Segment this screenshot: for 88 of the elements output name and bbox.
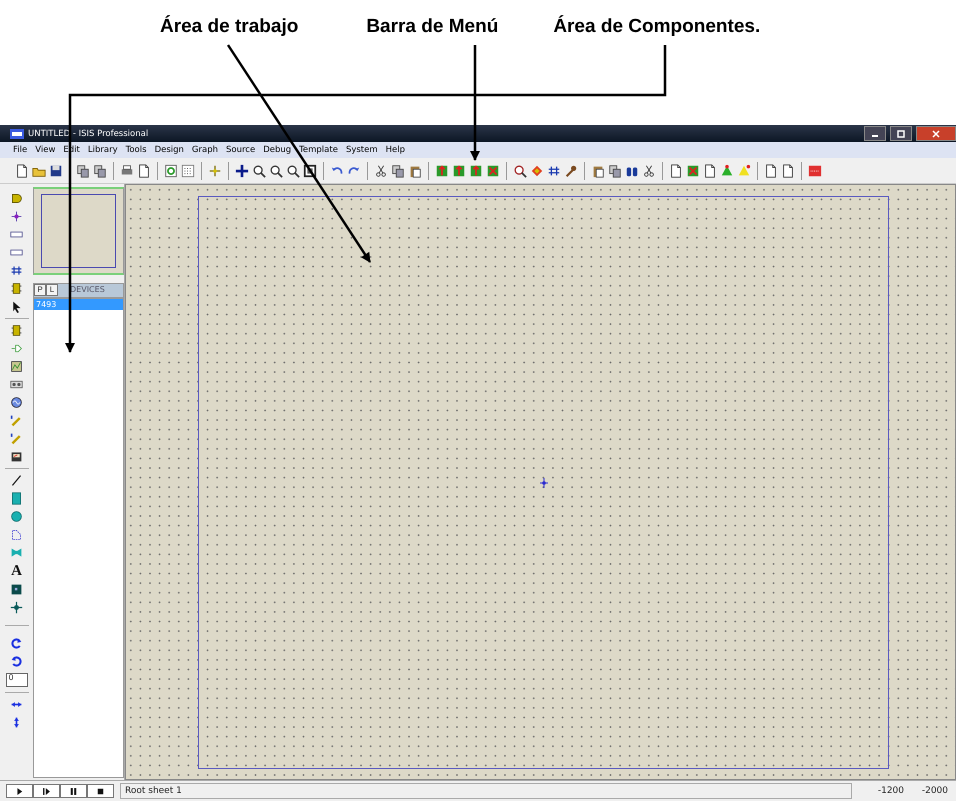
text-tool-button[interactable]: A <box>11 564 22 578</box>
grid-icon[interactable] <box>181 164 195 178</box>
simulation-icon[interactable] <box>808 164 822 178</box>
menu-item[interactable]: Graph <box>192 145 218 155</box>
bus-icon[interactable] <box>10 264 23 277</box>
app-icon <box>10 128 24 138</box>
marker-icon[interactable] <box>10 601 23 614</box>
menu-item[interactable]: Design <box>154 145 184 155</box>
origin-marker <box>540 478 548 488</box>
meter-icon[interactable] <box>10 450 23 463</box>
overview-window[interactable] <box>33 187 124 275</box>
annotation-label: Área de trabajo <box>160 16 298 38</box>
wrench-icon[interactable] <box>564 164 578 178</box>
move-icon[interactable] <box>235 164 249 178</box>
triangle-icon[interactable] <box>737 164 751 178</box>
page-icon[interactable] <box>137 164 151 178</box>
crosshair-icon[interactable] <box>208 164 222 178</box>
rotation-field[interactable]: 0 <box>6 673 28 687</box>
step-button[interactable] <box>33 784 60 798</box>
zoom-in-icon[interactable] <box>252 164 266 178</box>
rotate-clockwise-icon[interactable] <box>10 637 23 650</box>
rotate-anticlockwise-icon[interactable] <box>10 655 23 668</box>
menu-item[interactable]: System <box>346 145 378 155</box>
sheet-icon[interactable] <box>608 164 622 178</box>
circle-icon[interactable] <box>10 510 23 523</box>
close-button[interactable] <box>916 126 956 141</box>
port-icon[interactable] <box>10 342 23 355</box>
library-button[interactable]: P <box>34 284 46 296</box>
copy-icon[interactable] <box>391 164 405 178</box>
page-icon[interactable] <box>781 164 795 178</box>
block-copy-icon[interactable] <box>435 164 449 178</box>
chip-icon[interactable] <box>10 282 23 295</box>
cut-icon[interactable] <box>374 164 388 178</box>
tape-icon[interactable] <box>10 378 23 391</box>
new-page-icon[interactable] <box>15 164 29 178</box>
printer-icon[interactable] <box>120 164 134 178</box>
triangle-icon[interactable] <box>720 164 734 178</box>
symbol-icon[interactable] <box>10 583 23 596</box>
maximize-icon <box>896 128 906 138</box>
probe-icon[interactable] <box>10 432 23 445</box>
junction-icon[interactable] <box>10 210 23 223</box>
x-coordinate: -1200 <box>876 786 904 796</box>
refresh-icon[interactable] <box>164 164 178 178</box>
pause-icon <box>68 786 79 796</box>
paste-icon[interactable] <box>408 164 422 178</box>
block-delete-icon[interactable] <box>486 164 500 178</box>
y-coordinate: -2000 <box>920 786 948 796</box>
step-icon <box>41 786 52 796</box>
play-button[interactable] <box>6 784 33 798</box>
annotation-label: Barra de Menú <box>366 16 498 38</box>
pause-button[interactable] <box>60 784 87 798</box>
menu-item[interactable]: File <box>13 145 28 155</box>
menu-item[interactable]: Help <box>386 145 406 155</box>
wire-icon[interactable] <box>547 164 561 178</box>
library-button[interactable]: L <box>46 284 58 296</box>
menu-item[interactable]: View <box>35 145 56 155</box>
component-icon[interactable] <box>10 192 23 205</box>
diamond-icon[interactable] <box>530 164 544 178</box>
close-icon <box>931 128 941 138</box>
page-plus-icon[interactable] <box>669 164 683 178</box>
stop-button[interactable] <box>87 784 114 798</box>
menu-item[interactable]: Source <box>226 145 256 155</box>
sheet-icon[interactable] <box>591 164 605 178</box>
menu-item[interactable]: Library <box>88 145 118 155</box>
magnifier-icon[interactable] <box>513 164 527 178</box>
save-icon[interactable] <box>49 164 63 178</box>
menu-item[interactable]: Debug <box>263 145 292 155</box>
scissors-icon[interactable] <box>642 164 656 178</box>
menu-item[interactable]: Template <box>299 145 338 155</box>
annotation-label: Área de Componentes. <box>553 16 760 38</box>
rectangle-icon[interactable] <box>10 492 23 505</box>
generator-icon[interactable] <box>10 396 23 409</box>
graph-icon[interactable] <box>10 360 23 373</box>
status-message: Root sheet 1 <box>120 783 852 799</box>
arc-icon[interactable] <box>10 528 23 541</box>
zoom-all-icon[interactable] <box>286 164 300 178</box>
page-icon[interactable] <box>764 164 778 178</box>
zoom-out-icon[interactable] <box>269 164 283 178</box>
line-icon[interactable] <box>10 474 23 487</box>
maximize-button[interactable] <box>890 126 912 141</box>
menu-item[interactable]: Tools <box>126 145 147 155</box>
minimize-icon <box>872 135 878 137</box>
probe-icon[interactable] <box>10 414 23 427</box>
page-arrow-icon[interactable] <box>703 164 717 178</box>
terminal-icon[interactable] <box>10 324 23 337</box>
block-move-icon[interactable] <box>452 164 466 178</box>
window-title: UNTITLED - ISIS Professional <box>28 128 148 138</box>
minimize-button[interactable] <box>864 126 886 141</box>
